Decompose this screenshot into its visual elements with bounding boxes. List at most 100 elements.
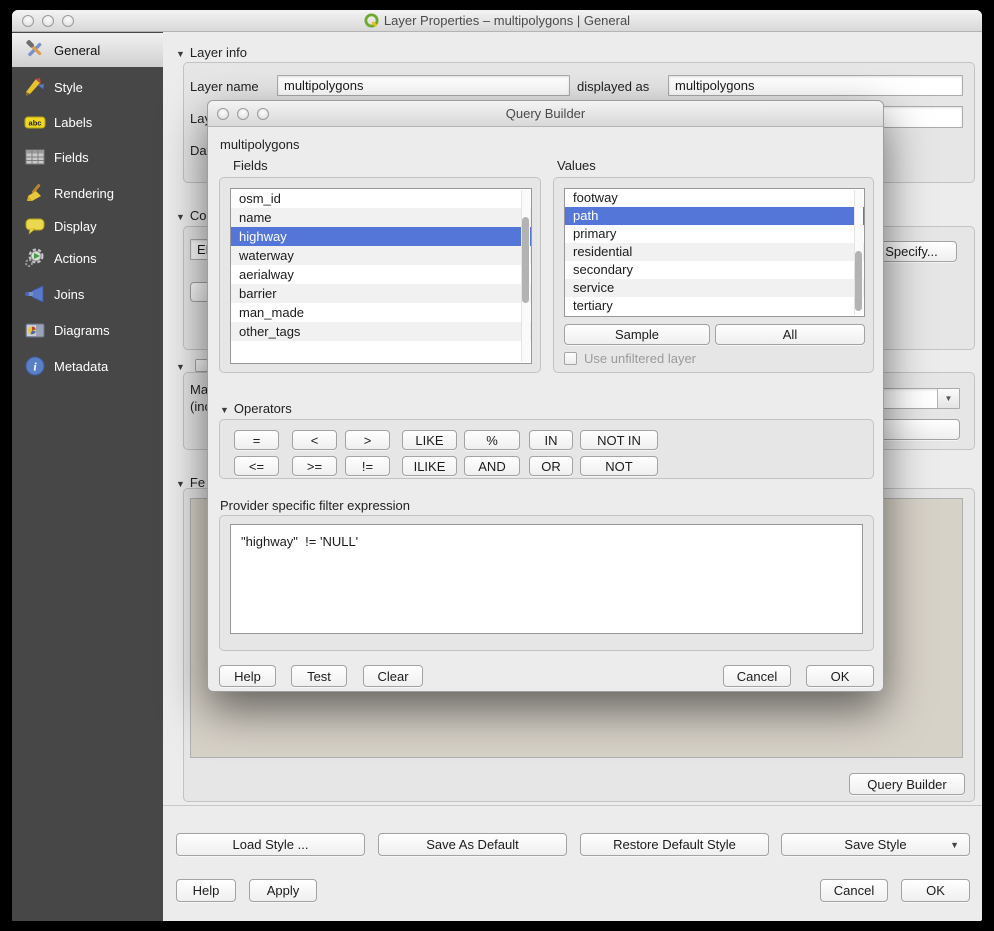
minimize-button[interactable] (237, 108, 249, 120)
scrollbar-thumb[interactable] (522, 217, 529, 303)
sidebar-item-style[interactable]: Style (12, 70, 163, 104)
op-ne-button[interactable]: != (345, 456, 390, 476)
zoom-button[interactable] (257, 108, 269, 120)
list-item[interactable]: secondary (565, 261, 864, 279)
op-le-button[interactable]: <= (234, 456, 279, 476)
op-not-button[interactable]: NOT (580, 456, 658, 476)
sidebar-item-labels[interactable]: abc Labels (12, 105, 163, 139)
list-item[interactable]: other_tags (231, 322, 531, 341)
qb-ok-button[interactable]: OK (806, 665, 874, 687)
fields-list[interactable]: osm_id name highway waterway aerialway b… (230, 188, 532, 364)
close-button[interactable] (22, 15, 34, 27)
sidebar-item-label: Metadata (54, 359, 108, 374)
load-style-button[interactable]: Load Style ... (176, 833, 365, 856)
displayed-as-input[interactable]: multipolygons (668, 75, 963, 96)
qb-help-button[interactable]: Help (219, 665, 276, 687)
sidebar-item-general[interactable]: General (12, 33, 163, 67)
all-button[interactable]: All (715, 324, 865, 345)
window-titlebar[interactable]: Layer Properties – multipolygons | Gener… (12, 10, 982, 32)
chevron-down-icon: ▼ (950, 840, 959, 850)
op-ge-button[interactable]: >= (292, 456, 337, 476)
list-item[interactable]: man_made (231, 303, 531, 322)
list-item[interactable]: footway (565, 189, 864, 207)
op-lt-button[interactable]: < (292, 430, 337, 450)
values-group: footway path primary residential seconda… (553, 177, 874, 373)
sidebar-item-rendering[interactable]: Rendering (12, 176, 163, 210)
list-item[interactable]: tertiary (565, 297, 864, 315)
list-item[interactable]: barrier (231, 284, 531, 303)
sidebar-item-label: Display (54, 219, 97, 234)
list-item-selected[interactable]: path (565, 207, 864, 225)
op-gt-button[interactable]: > (345, 430, 390, 450)
op-or-button[interactable]: OR (529, 456, 573, 476)
query-builder-button[interactable]: Query Builder (849, 773, 965, 795)
sidebar-item-fields[interactable]: Fields (12, 140, 163, 174)
filter-expression-group: "highway" != 'NULL' (219, 515, 874, 651)
sidebar-item-joins[interactable]: Joins (12, 277, 163, 311)
list-item[interactable]: residential (565, 243, 864, 261)
sidebar-item-actions[interactable]: Actions (12, 241, 163, 275)
chevron-down-icon[interactable]: ▼ (937, 389, 959, 408)
qb-clear-button[interactable]: Clear (363, 665, 423, 687)
filter-expression-textarea[interactable]: "highway" != 'NULL' (230, 524, 863, 634)
close-button[interactable] (217, 108, 229, 120)
op-ilike-button[interactable]: ILIKE (402, 456, 457, 476)
paintbrush-icon (24, 76, 46, 98)
save-as-default-button[interactable]: Save As Default (378, 833, 567, 856)
list-item[interactable]: primary (565, 225, 864, 243)
displayed-as-label: displayed as (577, 79, 649, 94)
broom-icon (24, 182, 46, 204)
layer-name-input[interactable]: multipolygons (277, 75, 570, 96)
abc-tag-icon: abc (24, 111, 46, 133)
zoom-button[interactable] (62, 15, 74, 27)
op-in-button[interactable]: IN (529, 430, 573, 450)
op-and-button[interactable]: AND (464, 456, 520, 476)
list-item[interactable]: waterway (231, 246, 531, 265)
list-item[interactable]: osm_id (231, 189, 531, 208)
sidebar-item-metadata[interactable]: i Metadata (12, 349, 163, 383)
fields-header: Fields (233, 158, 268, 173)
scrollbar-thumb[interactable] (855, 251, 862, 311)
qgis-logo-icon (364, 13, 379, 28)
sidebar-item-diagrams[interactable]: Diagrams (12, 313, 163, 347)
visibility-header[interactable]: ▼ (176, 358, 190, 373)
ok-button[interactable]: OK (901, 879, 970, 902)
sample-button[interactable]: Sample (564, 324, 710, 345)
op-pct-button[interactable]: % (464, 430, 520, 450)
crs-partial-button[interactable] (190, 282, 208, 302)
sidebar-item-display[interactable]: Display (12, 209, 163, 243)
list-item[interactable]: aerialway (231, 265, 531, 284)
save-style-button[interactable]: Save Style ▼ (781, 833, 970, 856)
sidebar-item-label: Fields (54, 150, 89, 165)
qb-cancel-button[interactable]: Cancel (723, 665, 791, 687)
list-item[interactable]: service (565, 279, 864, 297)
help-button[interactable]: Help (176, 879, 236, 902)
sidebar-item-label: Diagrams (54, 323, 110, 338)
info-icon: i (24, 355, 46, 377)
collapse-triangle-icon: ▼ (220, 405, 229, 415)
cancel-button[interactable]: Cancel (820, 879, 888, 902)
layer-source-input[interactable] (874, 106, 963, 128)
apply-button[interactable]: Apply (249, 879, 317, 902)
sidebar: General Style abc Labels (12, 32, 163, 921)
filter-expression-label: Provider specific filter expression (220, 498, 410, 513)
layer-name-label: Layer name (190, 79, 259, 94)
op-notin-button[interactable]: NOT IN (580, 430, 658, 450)
list-item[interactable]: name (231, 208, 531, 227)
list-item-selected[interactable]: highway (231, 227, 531, 246)
layer-info-header[interactable]: ▼Layer info (176, 45, 247, 60)
values-list[interactable]: footway path primary residential seconda… (564, 188, 865, 317)
op-like-button[interactable]: LIKE (402, 430, 457, 450)
crs-header[interactable]: ▼Co (176, 208, 207, 223)
op-eq-button[interactable]: = (234, 430, 279, 450)
datasource-label: multipolygons (220, 137, 300, 152)
dialog-titlebar[interactable]: Query Builder (208, 101, 883, 127)
qb-test-button[interactable]: Test (291, 665, 347, 687)
sidebar-item-label: Style (54, 80, 83, 95)
window-title: Layer Properties – multipolygons | Gener… (384, 13, 630, 28)
use-unfiltered-checkbox (564, 352, 577, 365)
restore-default-style-button[interactable]: Restore Default Style (580, 833, 769, 856)
minimize-button[interactable] (42, 15, 54, 27)
table-icon (24, 146, 46, 168)
operators-header[interactable]: ▼Operators (220, 401, 292, 416)
